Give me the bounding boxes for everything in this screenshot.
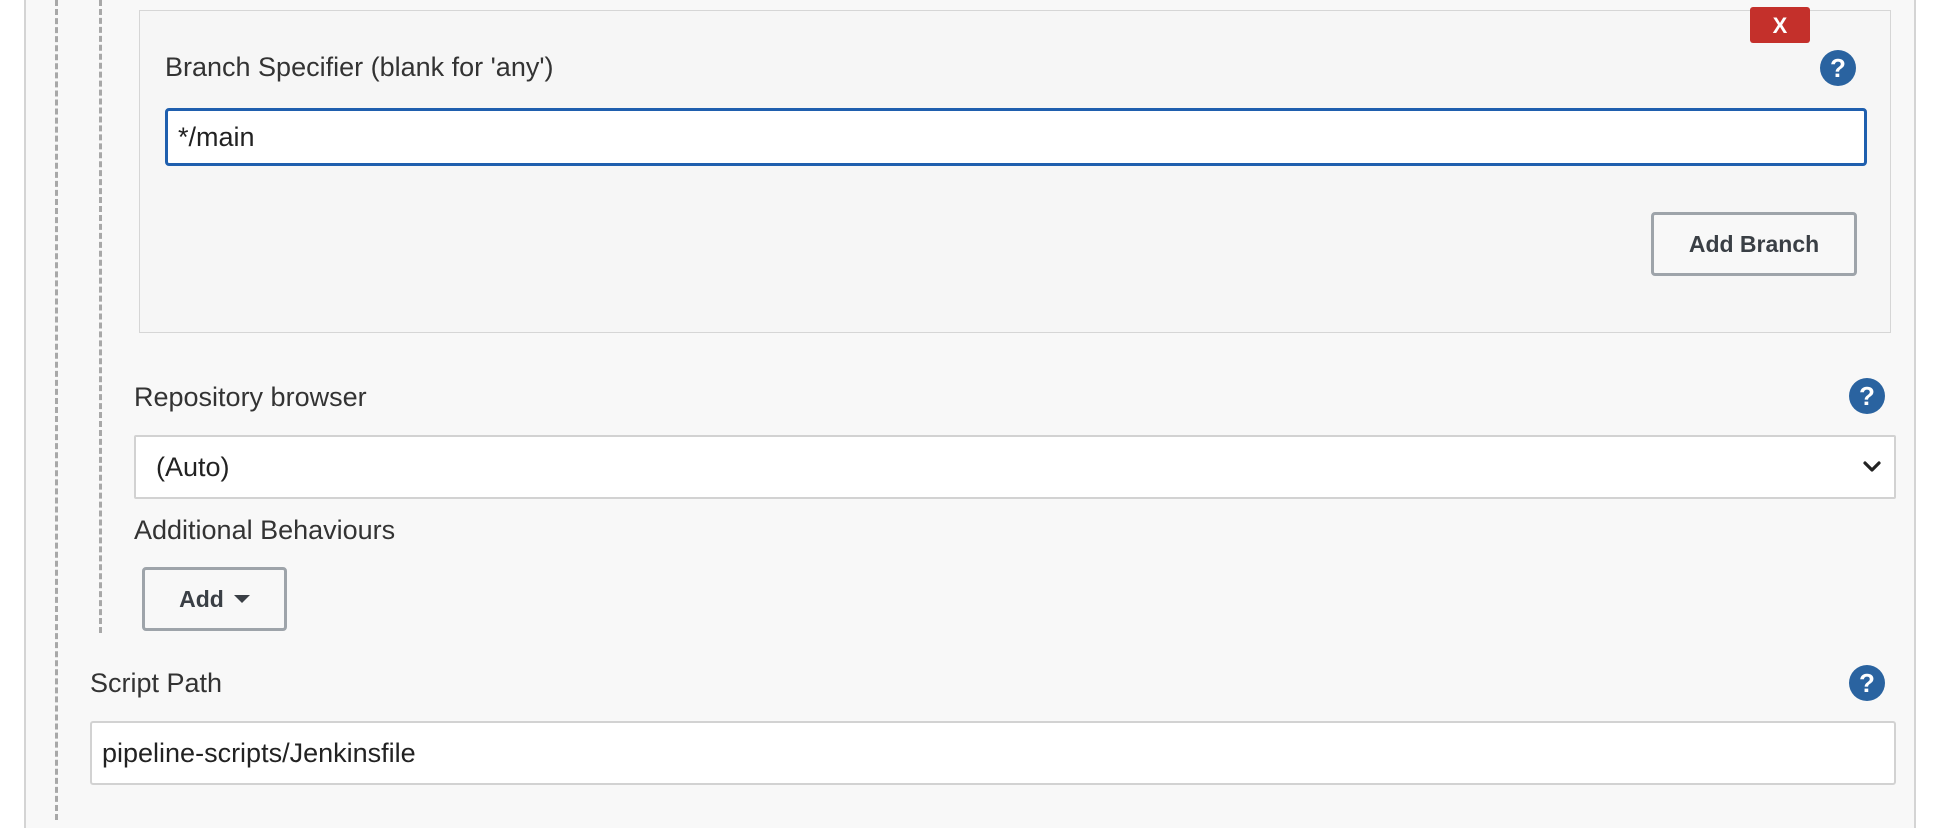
caret-down-icon xyxy=(233,595,250,603)
script-path-label: Script Path xyxy=(90,668,223,698)
repository-browser-selected: (Auto) xyxy=(156,452,230,482)
script-path-input[interactable] xyxy=(90,721,1896,785)
outer-nesting-line xyxy=(55,0,58,820)
additional-behaviours-label: Additional Behaviours xyxy=(134,515,396,545)
delete-branch-button[interactable]: X xyxy=(1750,7,1810,43)
help-icon[interactable]: ? xyxy=(1849,665,1885,701)
add-behaviour-button[interactable]: Add xyxy=(142,567,287,631)
add-branch-button[interactable]: Add Branch xyxy=(1651,212,1857,276)
branch-specifier-input[interactable] xyxy=(165,108,1867,166)
chevron-down-icon xyxy=(1863,461,1881,472)
repository-browser-label: Repository browser xyxy=(134,382,367,412)
help-icon[interactable]: ? xyxy=(1849,378,1885,414)
branch-specifier-label: Branch Specifier (blank for 'any') xyxy=(165,52,554,82)
repository-browser-select[interactable]: (Auto) xyxy=(134,435,1896,499)
help-icon[interactable]: ? xyxy=(1820,50,1856,86)
inner-nesting-line xyxy=(99,0,102,633)
add-behaviour-label: Add xyxy=(179,585,224,612)
